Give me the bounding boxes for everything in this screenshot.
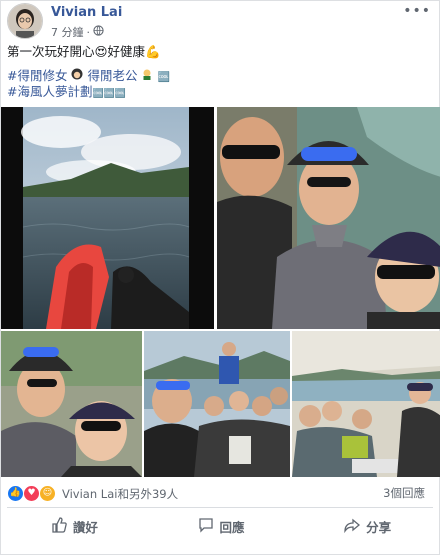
more-dots-icon[interactable]: •••	[403, 3, 431, 19]
divider	[7, 507, 433, 508]
avatar[interactable]	[7, 3, 43, 39]
post-time[interactable]: 7 分鐘	[51, 24, 84, 40]
hashtag-row-2: #海風人夢計劃🆒🆒🆒	[7, 83, 126, 103]
share-button[interactable]: 分享	[294, 511, 440, 541]
globe-icon	[93, 25, 104, 39]
like-icon: 👍	[7, 485, 24, 502]
cool-emoji: 🆒🆒🆒	[92, 89, 127, 99]
post-text: 第一次玩好開心😍好健康💪	[7, 44, 161, 59]
like-button[interactable]: 讚好	[1, 511, 148, 541]
like-label: 讚好	[72, 519, 98, 535]
photo-selfie-two[interactable]	[1, 331, 142, 477]
man-emoji-icon	[141, 68, 157, 83]
cool-emoji: 🆒	[157, 72, 170, 83]
photo-grid	[1, 107, 440, 477]
share-icon	[344, 517, 361, 536]
nun-emoji-icon	[71, 68, 87, 83]
hashtag-link[interactable]: #海風人夢計劃	[7, 84, 92, 99]
photo-selfie-three[interactable]	[217, 107, 440, 329]
comment-button[interactable]: 回應	[148, 511, 295, 541]
share-label: 分享	[366, 519, 392, 535]
reactions-summary[interactable]: 👍 ♥ ☺ Vivian Lai和另外39人	[7, 485, 178, 502]
hashtag-link[interactable]: 得閒老公	[87, 68, 137, 83]
haha-icon: ☺	[39, 485, 56, 502]
reactions-text[interactable]: Vivian Lai和另外39人	[62, 486, 178, 502]
photo-kayak-sea[interactable]	[1, 107, 214, 329]
action-bar: 讚好 回應 分享	[1, 511, 440, 541]
photo-group-beach[interactable]	[292, 331, 440, 477]
photo-group-boat[interactable]	[144, 331, 290, 477]
thumb-up-icon	[51, 516, 67, 536]
post-card: Vivian Lai 7 分鐘 · ••• 第一次玩好開心😍好健康💪 #得閒修女…	[0, 0, 440, 555]
comment-icon	[198, 517, 214, 536]
comments-count[interactable]: 3個回應	[383, 485, 425, 501]
hashtag-link[interactable]: #得閒修女	[7, 68, 67, 83]
love-icon: ♥	[23, 485, 40, 502]
author-name[interactable]: Vivian Lai	[51, 5, 122, 20]
post-meta: 7 分鐘 ·	[51, 24, 104, 40]
post-header: Vivian Lai 7 分鐘 · •••	[7, 3, 433, 41]
comment-label: 回應	[219, 519, 245, 535]
